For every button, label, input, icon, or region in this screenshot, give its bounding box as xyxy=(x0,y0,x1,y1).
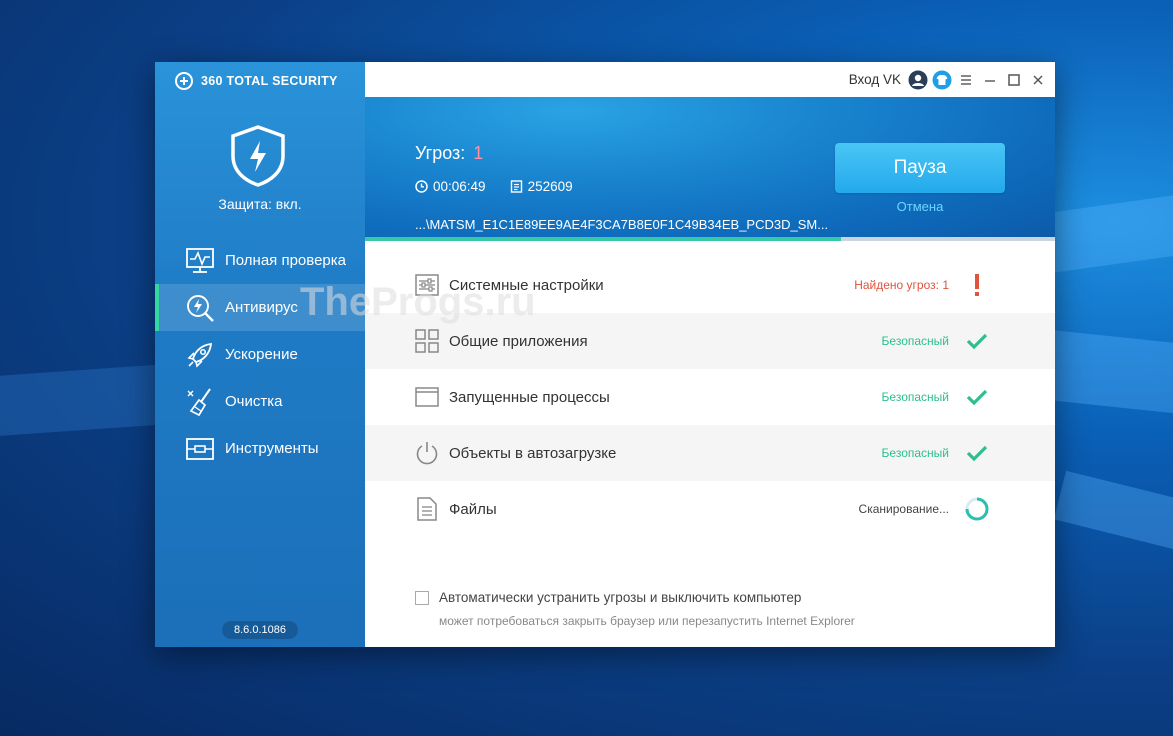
minimize-icon[interactable] xyxy=(979,69,1001,91)
item-status: Безопасный xyxy=(881,334,949,348)
item-status: Сканирование... xyxy=(858,502,949,516)
shield-bolt-icon xyxy=(228,124,288,188)
sidebar-item-tools[interactable]: Инструменты xyxy=(155,425,365,472)
window-icon xyxy=(414,384,440,410)
file-icon xyxy=(510,180,522,193)
auto-fix-note: может потребоваться закрыть браузер или … xyxy=(439,614,855,628)
threats-label: Угроз: xyxy=(415,143,466,163)
power-icon xyxy=(414,440,440,466)
list-item: Объекты в автозагрузке Безопасный xyxy=(365,425,1055,481)
brand: 360 TOTAL SECURITY xyxy=(175,70,338,92)
item-label: Системные настройки xyxy=(449,276,604,294)
item-label: Файлы xyxy=(449,500,497,518)
sidebar-item-label: Ускорение xyxy=(225,346,298,363)
close-icon[interactable] xyxy=(1027,69,1049,91)
list-item: Файлы Сканирование... xyxy=(365,481,1055,537)
document-icon xyxy=(414,496,440,522)
exclamation-icon xyxy=(963,271,991,299)
item-status: Безопасный xyxy=(881,390,949,404)
scan-progress-bar xyxy=(365,237,1055,241)
scan-progress-fill xyxy=(365,237,842,241)
sliders-icon xyxy=(414,272,440,298)
skin-icon[interactable] xyxy=(931,69,953,91)
bolt-search-icon xyxy=(185,293,215,323)
scan-stats: 00:06:49 252609 xyxy=(415,179,597,194)
auto-fix-label[interactable]: Автоматически устранить угрозы и выключи… xyxy=(439,590,801,605)
checkmark-icon xyxy=(963,439,991,467)
maximize-icon[interactable] xyxy=(1003,69,1025,91)
sidebar-nav: Полная проверка Антивирус Ускорение Очис… xyxy=(155,237,365,472)
auto-fix-checkbox[interactable] xyxy=(415,590,429,605)
elapsed-time: 00:06:49 xyxy=(433,179,486,194)
item-label: Запущенные процессы xyxy=(449,388,610,406)
sidebar-item-cleanup[interactable]: Очистка xyxy=(155,378,365,425)
sidebar: 360 TOTAL SECURITY Защита: вкл. Полная п… xyxy=(155,62,365,647)
threats-summary: Угроз: 1 xyxy=(415,143,483,164)
sidebar-item-antivirus[interactable]: Антивирус xyxy=(155,284,365,331)
apps-grid-icon xyxy=(414,328,440,354)
clock-icon xyxy=(415,180,428,193)
spinner-icon xyxy=(963,495,991,523)
cancel-link[interactable]: Отмена xyxy=(835,199,1005,214)
main-panel: Вход VK Угроз: 1 00:06:49 252609 ...\MAT… xyxy=(365,62,1055,647)
auto-fix-option: Автоматически устранить угрозы и выключи… xyxy=(415,590,801,605)
sidebar-item-label: Антивирус xyxy=(225,299,298,316)
monitor-pulse-icon xyxy=(185,246,215,276)
checkmark-icon xyxy=(963,383,991,411)
sidebar-item-label: Инструменты xyxy=(225,440,319,457)
sidebar-item-label: Полная проверка xyxy=(225,252,346,269)
app-window: 360 TOTAL SECURITY Защита: вкл. Полная п… xyxy=(155,62,1055,647)
toolbox-icon xyxy=(185,434,215,464)
item-label: Общие приложения xyxy=(449,332,588,350)
list-item: Системные настройки Найдено угроз: 1 xyxy=(365,257,1055,313)
login-link[interactable]: Вход VK xyxy=(849,72,901,87)
pause-button[interactable]: Пауза xyxy=(835,143,1005,193)
scan-items-list: Системные настройки Найдено угроз: 1 Общ… xyxy=(365,257,1055,537)
broom-icon xyxy=(185,387,215,417)
item-status[interactable]: Найдено угроз: 1 xyxy=(854,278,949,292)
scan-header: Угроз: 1 00:06:49 252609 ...\MATSM_E1C1E8… xyxy=(365,97,1055,239)
threats-count: 1 xyxy=(473,143,484,163)
titlebar: Вход VK xyxy=(365,62,1055,97)
item-status: Безопасный xyxy=(881,446,949,460)
sidebar-item-full-scan[interactable]: Полная проверка xyxy=(155,237,365,284)
item-label: Объекты в автозагрузке xyxy=(449,444,617,462)
sidebar-item-label: Очистка xyxy=(225,393,283,410)
scanned-files-count: 252609 xyxy=(527,179,573,194)
version-badge: 8.6.0.1086 xyxy=(222,621,298,639)
checkmark-icon xyxy=(963,327,991,355)
menu-icon[interactable] xyxy=(955,69,977,91)
protection-status: Защита: вкл. xyxy=(218,196,302,212)
list-item: Общие приложения Безопасный xyxy=(365,313,1055,369)
current-scan-path: ...\MATSM_E1C1E89EE9AE4F3CA7B8E0F1C49B34… xyxy=(415,217,829,232)
logo-icon xyxy=(175,72,193,90)
list-item: Запущенные процессы Безопасный xyxy=(365,369,1055,425)
sidebar-item-speedup[interactable]: Ускорение xyxy=(155,331,365,378)
avatar[interactable] xyxy=(907,69,929,91)
rocket-icon xyxy=(185,340,215,370)
brand-name: 360 TOTAL SECURITY xyxy=(201,74,338,88)
